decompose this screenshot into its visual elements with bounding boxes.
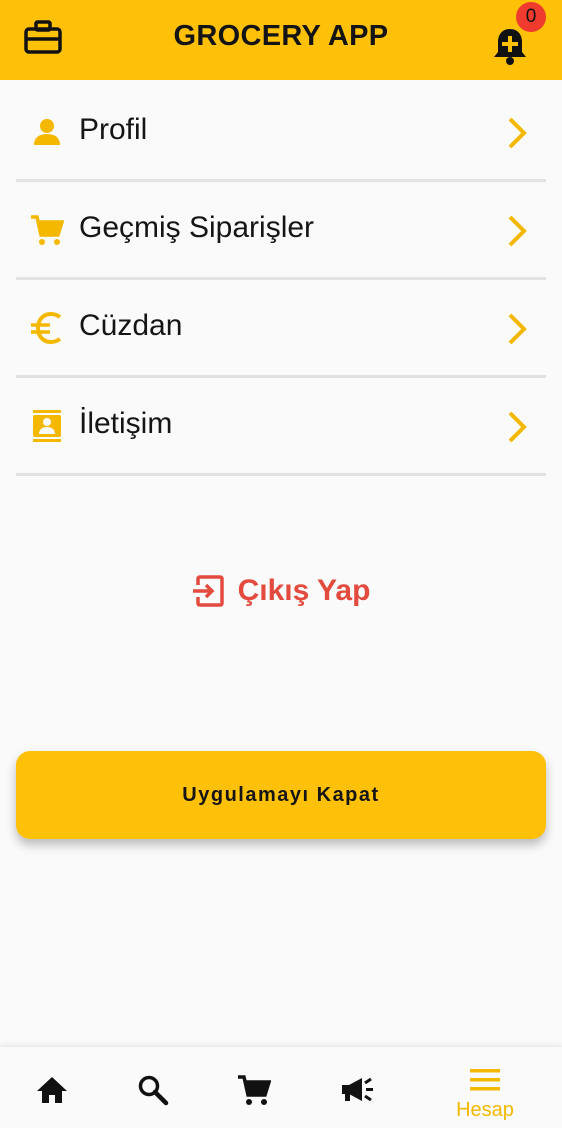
menu-item-order-history[interactable]: Geçmiş Siparişler (16, 182, 546, 280)
menu-item-label: Profil (79, 113, 148, 146)
menu-item-contact[interactable]: İletişim (16, 378, 546, 476)
cart-icon (30, 213, 65, 247)
logout-label: Çıkış Yap (237, 574, 371, 607)
nav-item-search[interactable] (122, 1047, 182, 1128)
app-title: GROCERY APP (173, 20, 389, 52)
menu-icon (470, 1069, 500, 1091)
nav-item-announcements[interactable] (326, 1047, 386, 1128)
search-icon (138, 1075, 169, 1106)
bottom-navigation: Hesap (0, 1046, 562, 1128)
account-menu: Profil Geçmiş Siparişler Cüzdan İletişim (16, 84, 546, 476)
app-bar: GROCERY APP 0 (0, 0, 562, 80)
home-icon (37, 1077, 67, 1103)
menu-item-wallet[interactable]: Cüzdan (16, 280, 546, 378)
logout-button[interactable]: Çıkış Yap (0, 570, 562, 612)
chevron-right-icon (506, 312, 528, 346)
nav-item-cart[interactable] (224, 1047, 284, 1128)
app-root: GROCERY APP 0 Profil Geçmiş Siparişler C… (0, 0, 562, 1128)
euro-icon (30, 311, 64, 345)
bell-plus-icon[interactable] (490, 26, 530, 66)
nav-item-account[interactable]: Hesap (445, 1047, 525, 1128)
menu-item-label: Geçmiş Siparişler (79, 211, 315, 244)
notification-badge: 0 (516, 2, 546, 32)
contact-icon (30, 409, 64, 443)
chevron-right-icon (506, 410, 528, 444)
menu-item-label: İletişim (79, 407, 173, 440)
chevron-right-icon (506, 116, 528, 150)
cart-icon (238, 1075, 271, 1105)
nav-label-account: Hesap (456, 1099, 514, 1121)
person-icon (30, 115, 64, 149)
nav-item-home[interactable] (22, 1047, 82, 1128)
megaphone-icon (342, 1077, 373, 1102)
close-app-button[interactable]: Uygulamayı Kapat (16, 751, 546, 839)
menu-item-label: Cüzdan (79, 309, 183, 342)
menu-item-profile[interactable]: Profil (16, 84, 546, 182)
chevron-right-icon (506, 214, 528, 248)
exit-icon (192, 575, 224, 607)
